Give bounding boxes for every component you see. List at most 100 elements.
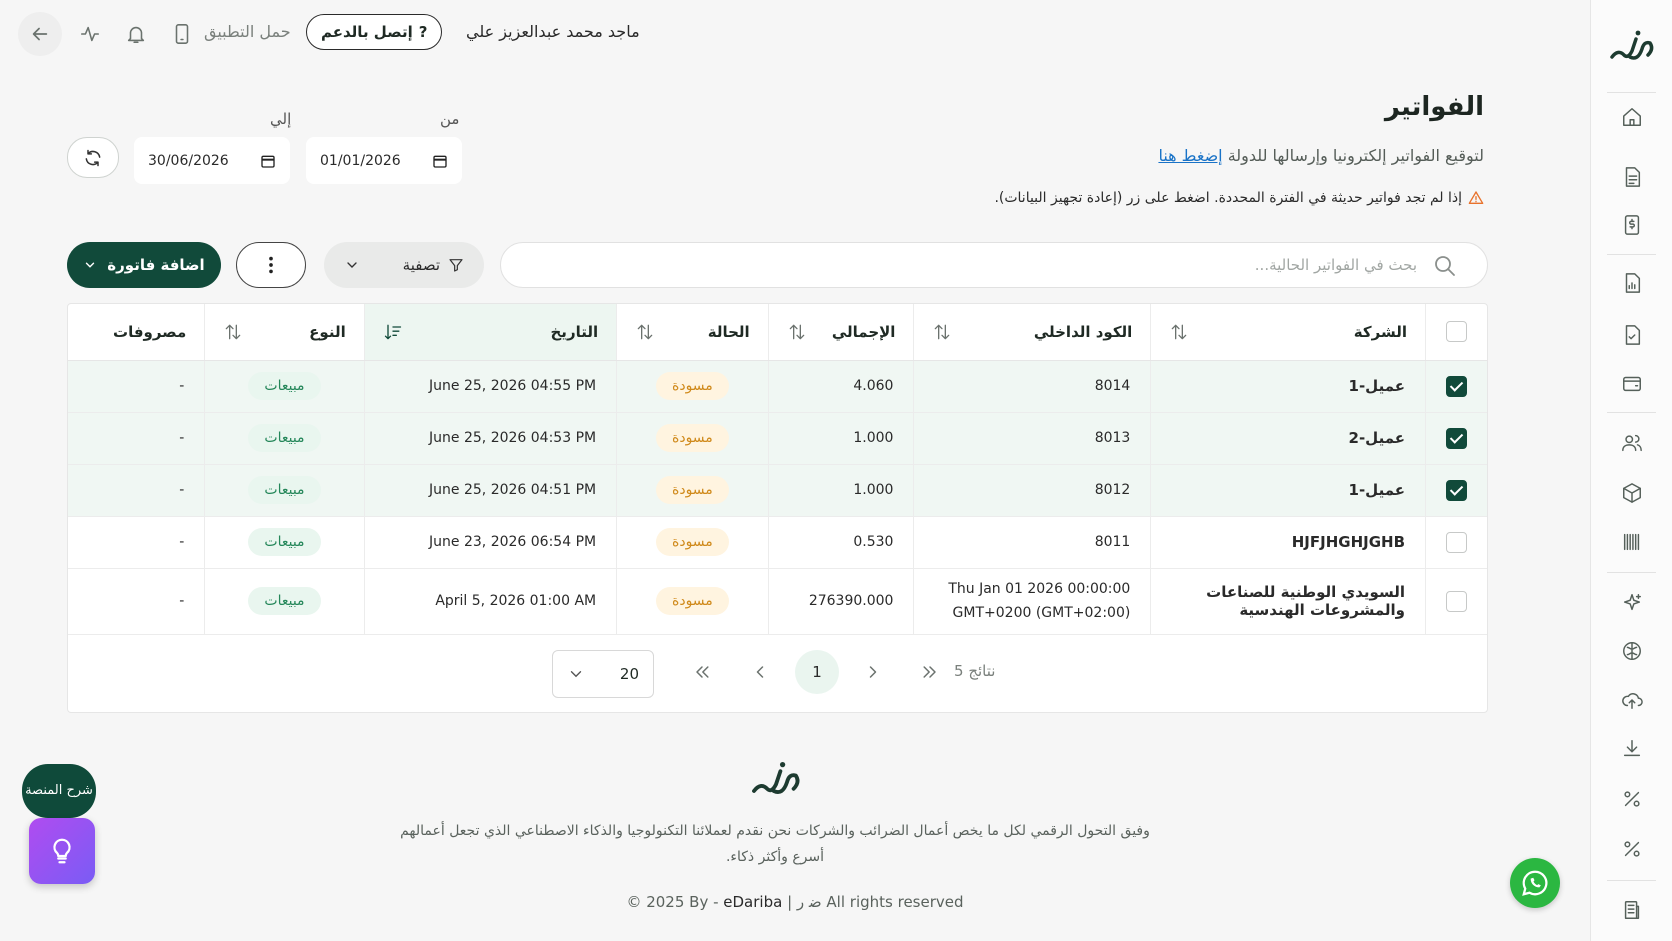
expenses-cell: - xyxy=(68,360,205,413)
sort-icon xyxy=(1171,324,1187,340)
column-label: الحالة xyxy=(707,322,750,341)
barcode-icon[interactable] xyxy=(1617,527,1647,557)
wallet-icon[interactable] xyxy=(1617,368,1647,398)
table-header-row: الشركة الكود الداخلي الإجمالي الحالة الت… xyxy=(68,304,1487,361)
refresh-button[interactable] xyxy=(67,137,119,178)
from-date-input[interactable]: 01/01/2026 xyxy=(306,137,462,184)
table-row[interactable]: عميل-1 8014 4.060 مسودة June 25, 2026 04… xyxy=(68,360,1487,413)
row-checkbox[interactable] xyxy=(1446,590,1467,612)
row-checkbox[interactable] xyxy=(1446,427,1467,449)
whatsapp-button[interactable] xyxy=(1510,858,1560,908)
sidebar-divider xyxy=(1607,254,1656,255)
first-page-button[interactable] xyxy=(680,650,724,694)
bell-icon[interactable] xyxy=(122,20,150,48)
code-line: Thu Jan 01 2026 00:00:00 xyxy=(948,581,1131,597)
more-options-button[interactable] xyxy=(236,242,306,288)
column-header-expenses: مصروفات xyxy=(68,304,205,361)
back-button[interactable] xyxy=(18,12,62,56)
row-checkbox[interactable] xyxy=(1446,479,1467,501)
row-checkbox[interactable] xyxy=(1446,531,1467,553)
warning-text: إذا لم تجد فواتير حديثة في الفترة المحدد… xyxy=(994,190,1462,206)
type-badge: مبيعات xyxy=(248,424,321,452)
download-icon[interactable] xyxy=(1617,734,1647,764)
prev-page-button[interactable] xyxy=(738,650,782,694)
filter-button[interactable]: تصفية xyxy=(324,242,484,288)
type-badge: مبيعات xyxy=(248,587,321,615)
next-page-button[interactable] xyxy=(851,650,895,694)
contact-support-button[interactable]: إتصل بالدعم ? xyxy=(306,14,443,50)
row-select-cell xyxy=(1425,360,1487,413)
add-invoice-button[interactable]: اضافة فاتورة xyxy=(67,242,221,288)
sparkle-icon[interactable] xyxy=(1617,588,1647,618)
brain-icon[interactable] xyxy=(1617,636,1647,666)
column-header-status[interactable]: الحالة xyxy=(616,304,769,361)
chart-document-icon[interactable] xyxy=(1617,268,1647,298)
sign-invoices-text: لتوقيع الفواتير إلكترونيا وإرسالها للدول… xyxy=(1227,146,1484,165)
select-all-checkbox[interactable] xyxy=(1446,321,1467,343)
box-icon[interactable] xyxy=(1617,478,1647,508)
users-icon[interactable] xyxy=(1617,428,1647,458)
to-date-label: إلي xyxy=(270,110,292,128)
dollar-document-icon[interactable] xyxy=(1617,210,1647,240)
refresh-icon xyxy=(85,149,101,166)
date-cell: June 25, 2026 04:55 PM xyxy=(363,360,617,413)
to-date-value: 30/06/2026 xyxy=(148,152,229,169)
to-date-input[interactable]: 30/06/2026 xyxy=(134,137,290,184)
table-row[interactable]: السويدي الوطنية للصناعات والمشروعات الهند… xyxy=(68,568,1487,635)
building-document-icon[interactable] xyxy=(1617,895,1647,925)
date-value: June 25, 2026 04:55 PM xyxy=(429,378,597,394)
column-header-company[interactable]: الشركة xyxy=(1150,304,1426,361)
user-name: ماجد محمد عبدالعزيز علي xyxy=(466,22,640,41)
row-select-cell xyxy=(1425,516,1487,569)
activity-icon[interactable] xyxy=(76,20,104,48)
brand-logo[interactable] xyxy=(1591,22,1672,72)
check-document-icon[interactable] xyxy=(1617,320,1647,350)
type-cell: مبيعات xyxy=(204,360,365,413)
click-here-link[interactable]: إضغط هنا xyxy=(1158,146,1222,165)
page-button-current[interactable]: 1 xyxy=(795,650,839,694)
total-cell: 276390.000 xyxy=(767,568,914,635)
search-input[interactable] xyxy=(537,243,1417,287)
warning-icon xyxy=(1468,191,1484,204)
copyright: © 2025 By - eDariba | ﺿ ﺭ All rights res… xyxy=(0,893,1590,911)
column-header-total[interactable]: الإجمالي xyxy=(767,304,914,361)
expenses-cell: - xyxy=(68,412,205,465)
platform-tour-button[interactable]: شرح المنصة xyxy=(22,764,96,818)
arrow-left-icon xyxy=(32,27,48,41)
percent-icon[interactable] xyxy=(1617,784,1647,814)
column-header-internal-code[interactable]: الكود الداخلي xyxy=(913,304,1151,361)
chevrons-right-icon xyxy=(923,666,936,678)
top-bar: حمل التطبيق إتصل بالدعم ? ماجد محمد عبدا… xyxy=(18,12,1562,56)
column-label: الإجمالي xyxy=(831,322,896,341)
select-all-header xyxy=(1425,304,1487,361)
status-cell: مسودة xyxy=(616,360,769,413)
column-header-type[interactable]: النوع xyxy=(204,304,365,361)
from-date-label: من xyxy=(440,110,460,128)
add-invoice-label: اضافة فاتورة xyxy=(107,256,205,274)
row-checkbox[interactable] xyxy=(1446,375,1467,397)
column-header-date[interactable]: التاريخ xyxy=(363,304,617,361)
whatsapp-icon xyxy=(1522,870,1548,896)
type-cell: مبيعات xyxy=(204,464,365,517)
page-size-select[interactable]: 20 xyxy=(552,650,654,698)
date-value: April 5, 2026 01:00 AM xyxy=(435,593,597,609)
table-row[interactable]: عميل-2 8013 1.000 مسودة June 25, 2026 04… xyxy=(68,412,1487,465)
last-page-button[interactable] xyxy=(908,650,952,694)
mobile-icon[interactable] xyxy=(168,20,196,48)
percent-alt-icon[interactable] xyxy=(1617,834,1647,864)
tips-button[interactable] xyxy=(29,818,95,884)
chevron-down-icon xyxy=(86,262,95,268)
sort-icon xyxy=(637,324,653,340)
cloud-upload-icon[interactable] xyxy=(1617,685,1647,715)
company-cell: السويدي الوطنية للصناعات والمشروعات الهند… xyxy=(1150,568,1426,635)
status-badge: مسودة xyxy=(656,372,729,400)
copyright-suffix: All rights reserved xyxy=(821,893,964,911)
table-row[interactable]: HJFJHGHJGHB 8011 0.530 مسودة June 23, 20… xyxy=(68,516,1487,569)
code-cell: 8011 xyxy=(913,516,1151,569)
download-app-link[interactable]: حمل التطبيق xyxy=(204,22,291,41)
document-icon[interactable] xyxy=(1617,162,1647,192)
pagination: 20 1 5 نتائج xyxy=(68,636,1487,712)
home-icon[interactable] xyxy=(1617,102,1647,132)
expenses-cell: - xyxy=(68,464,205,517)
table-row[interactable]: عميل-1 8012 1.000 مسودة June 25, 2026 04… xyxy=(68,464,1487,517)
